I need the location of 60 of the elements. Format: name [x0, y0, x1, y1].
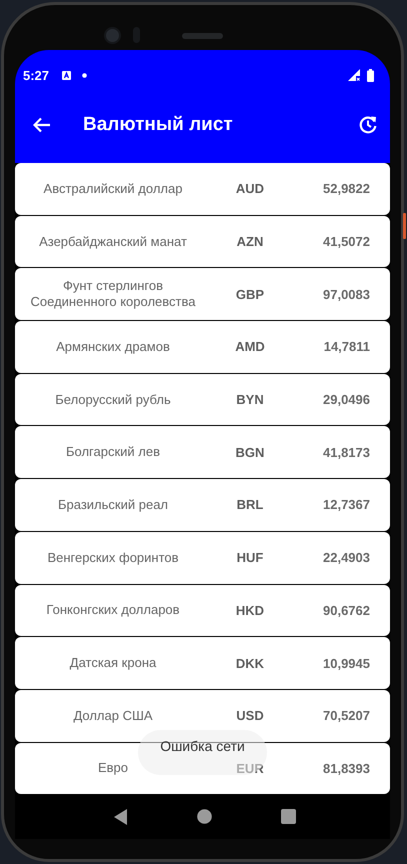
currency-rate: 22,4903: [322, 550, 371, 566]
currency-rate: 41,5072: [322, 234, 371, 250]
recents-nav-icon[interactable]: [280, 809, 296, 824]
currency-code: HKD: [234, 602, 266, 618]
currency-card[interactable]: Белорусский рубль BYN 29,0496: [15, 374, 390, 426]
currency-code: GBP: [234, 286, 266, 302]
battery-icon: [367, 68, 374, 82]
currency-code: BRL: [236, 497, 264, 512]
currency-code: AZN: [236, 234, 264, 250]
currency-rate: 70,5207: [322, 708, 371, 724]
currency-card[interactable]: Бразильский реал BRL 12,7367: [15, 479, 390, 531]
currency-card[interactable]: Армянских драмов AMD 14,7811: [15, 321, 390, 373]
refresh-clock-icon[interactable]: [358, 114, 378, 134]
currency-card[interactable]: Австралийский доллар AUD 52,9822: [15, 163, 390, 215]
notification-dot-icon: [82, 72, 88, 78]
currency-rate: 14,7811: [322, 339, 371, 354]
currency-card[interactable]: Доллар США USD 70,5207: [15, 690, 390, 742]
currency-rate: 81,8393: [322, 760, 371, 776]
currency-name: Азербайджанский манат: [38, 234, 188, 250]
currency-name: Гонконгских долларов: [45, 602, 181, 618]
currency-card[interactable]: Венгерских форинтов HUF 22,4903: [15, 532, 390, 584]
currency-name: Белорусский рубль: [54, 392, 172, 408]
currency-rate: 12,7367: [322, 497, 371, 512]
screen-title: Валютный лист: [83, 114, 233, 136]
currency-code: AUD: [234, 181, 266, 196]
keyboard-notification-icon: [62, 70, 72, 80]
no-signal-icon: [348, 69, 360, 81]
back-nav-icon[interactable]: [114, 808, 128, 825]
currency-name: Венгерских форинтов: [46, 550, 180, 566]
status-time: 5:27: [23, 68, 50, 82]
back-arrow-icon[interactable]: [33, 116, 51, 132]
speaker-grille: [182, 33, 223, 39]
currency-name: Евро: [96, 760, 130, 776]
home-nav-icon[interactable]: [196, 809, 212, 824]
currency-rate: 90,6762: [322, 602, 371, 618]
currency-card[interactable]: Азербайджанский манат AZN 41,5072: [15, 216, 390, 268]
currency-code: EUR: [235, 760, 265, 776]
currency-name: Фунт стерлингов Соединенного королевства: [30, 278, 196, 310]
currency-code: USD: [235, 708, 265, 724]
currency-name: Австралийский доллар: [42, 180, 184, 197]
currency-rate: 29,0496: [322, 392, 371, 408]
currency-name: Армянских драмов: [55, 338, 171, 355]
currency-name: Болгарский лев: [64, 444, 162, 460]
currency-rate: 10,9945: [322, 656, 371, 671]
currency-code: HUF: [236, 550, 264, 566]
currency-card[interactable]: Датская крона DKK 10,9945: [15, 637, 390, 689]
currency-card[interactable]: Болгарский лев BGN 41,8173: [15, 426, 390, 478]
currency-card[interactable]: Фунт стерлингов Соединенного королевства GBP 97,0083: [15, 268, 390, 320]
currency-name: Датская крона: [68, 655, 158, 672]
camera-icon: [104, 27, 121, 44]
currency-name: Доллар США: [72, 708, 154, 724]
currency-code: BYN: [235, 392, 265, 408]
currency-rate: 41,8173: [322, 444, 371, 460]
currency-code: DKK: [234, 656, 266, 671]
currency-card[interactable]: Гонконгских долларов HKD 90,6762: [15, 584, 390, 636]
currency-rate: 52,9822: [322, 181, 371, 196]
currency-code: BGN: [234, 444, 266, 460]
currency-rate: 97,0083: [322, 286, 371, 302]
currency-name: Бразильский реал: [56, 496, 170, 513]
currency-code: AMD: [234, 339, 266, 354]
